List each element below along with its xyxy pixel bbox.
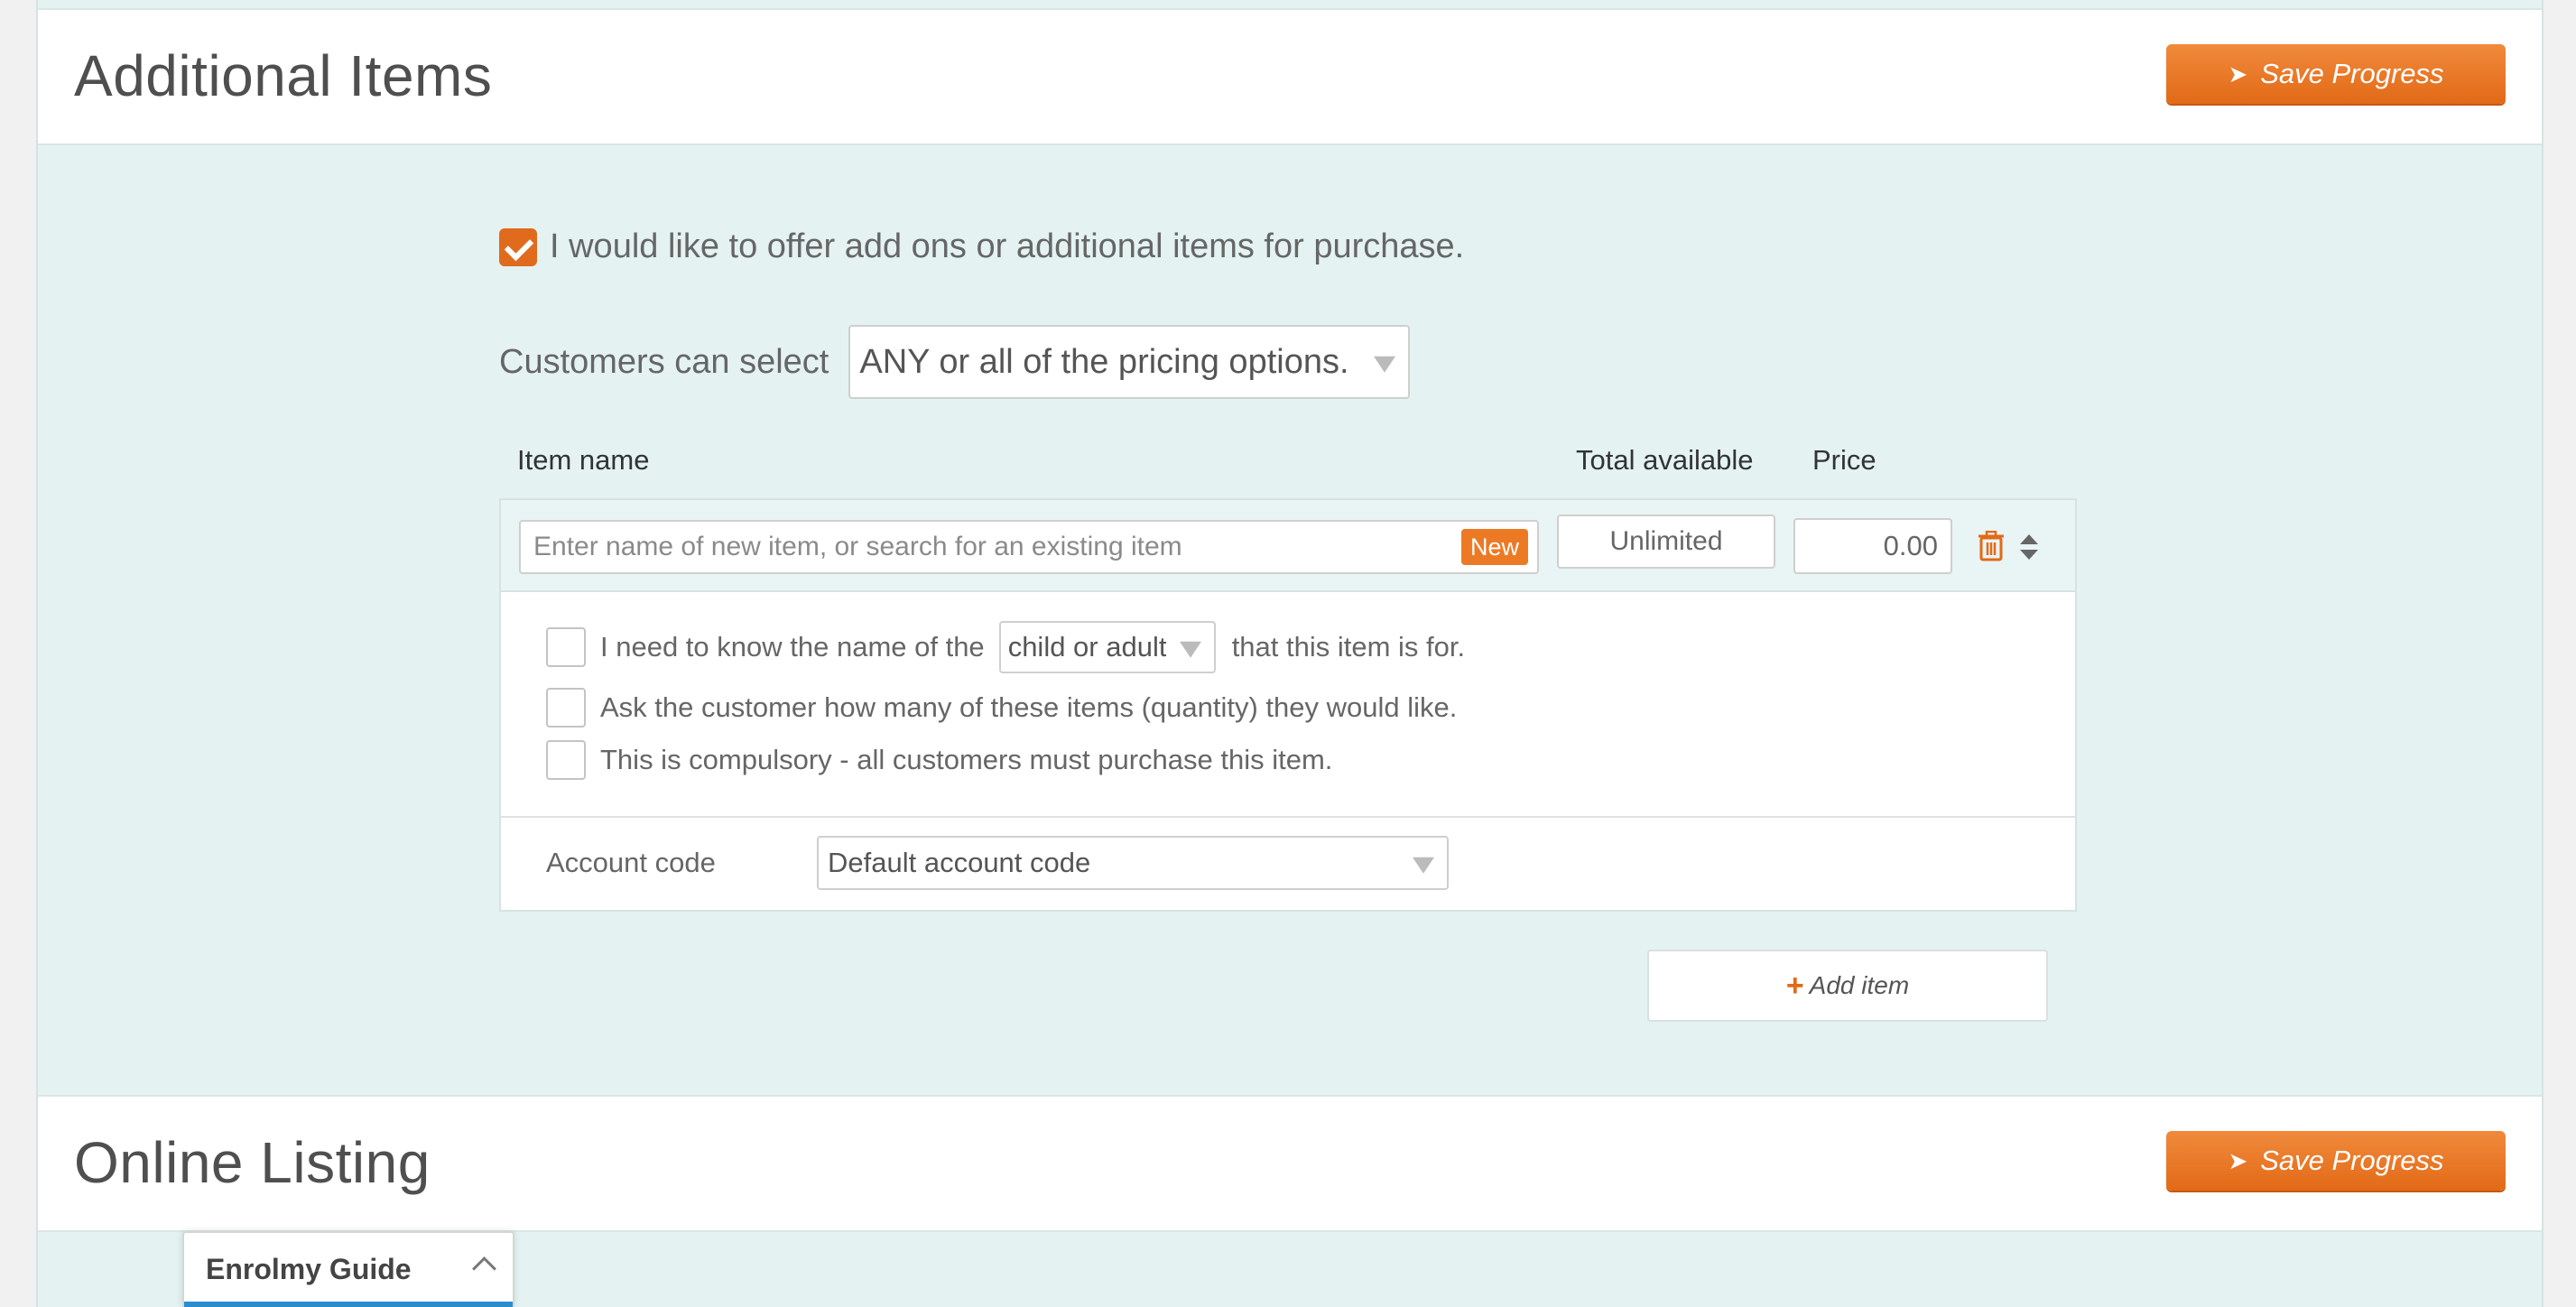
child-or-adult-value: child or adult — [1007, 631, 1167, 663]
child-or-adult-select[interactable]: child or adult — [998, 621, 1216, 673]
account-code-select[interactable]: Default account code — [817, 836, 1449, 890]
compulsory-label: This is compulsory - all customers must … — [600, 744, 1333, 775]
price-input[interactable]: 0.00 — [1793, 518, 1952, 574]
arrow-right-icon: ➤ — [2228, 60, 2248, 88]
name-required-prefix: I need to know the name of the — [600, 631, 985, 663]
account-code-row: Account code Default account code — [501, 816, 2075, 912]
offer-add-ons-label: I would like to offer add ons or additio… — [550, 227, 1465, 265]
chevron-up-icon[interactable] — [472, 1256, 496, 1281]
name-required-checkbox[interactable] — [546, 627, 586, 667]
name-required-option: I need to know the name of the child or … — [546, 621, 1465, 673]
chevron-down-icon — [1179, 641, 1201, 658]
compulsory-option: This is compulsory - all customers must … — [546, 740, 1332, 780]
pricing-options-select[interactable]: ANY or all of the pricing options. — [848, 325, 1411, 399]
chevron-down-icon — [1374, 356, 1396, 373]
quantity-label: Ask the customer how many of these items… — [600, 691, 1458, 723]
column-price: Price — [1812, 444, 1876, 476]
new-badge: New — [1460, 529, 1528, 565]
item-name-input[interactable]: Enter name of new item, or search for an… — [519, 520, 1539, 574]
item-row: Enter name of new item, or search for an… — [501, 500, 2075, 592]
save-progress-button[interactable]: ➤ Save Progress — [2166, 44, 2506, 104]
account-code-value: Default account code — [828, 847, 1091, 878]
sort-handle-icon[interactable] — [2019, 533, 2039, 561]
account-code-label: Account code — [546, 847, 716, 878]
additional-item-card: Enter name of new item, or search for an… — [499, 498, 2077, 912]
column-item-name: Item name — [517, 444, 650, 476]
offer-add-ons-row: I would like to offer add ons or additio… — [499, 227, 1464, 266]
enrolmy-guide-label: Enrolmy Guide — [206, 1253, 412, 1285]
quantity-option: Ask the customer how many of these items… — [546, 688, 1457, 728]
add-item-button[interactable]: + Add item — [1647, 950, 2048, 1022]
trash-icon[interactable] — [1978, 531, 2005, 561]
customers-select-row: Customers can select ANY or all of the p… — [499, 325, 1411, 399]
customers-can-select-label: Customers can select — [499, 342, 829, 381]
add-item-label: Add item — [1809, 971, 1910, 999]
online-listing-title: Online Listing — [74, 1130, 431, 1195]
enrolmy-guide-tab[interactable]: Enrolmy Guide — [182, 1231, 514, 1307]
offer-add-ons-checkbox[interactable] — [499, 227, 537, 266]
column-total-available: Total available — [1576, 444, 1754, 476]
total-available-input[interactable]: Unlimited — [1557, 514, 1775, 569]
compulsory-checkbox[interactable] — [546, 740, 586, 780]
save-progress-label: Save Progress — [2260, 1145, 2444, 1176]
guide-accent-bar — [184, 1302, 513, 1307]
chevron-down-icon — [1413, 857, 1434, 874]
pricing-options-value: ANY or all of the pricing options. — [859, 342, 1349, 381]
item-name-placeholder: Enter name of new item, or search for an… — [533, 532, 1182, 561]
top-strip — [38, 0, 2542, 8]
additional-items-header: Additional Items ➤ Save Progress — [38, 8, 2542, 145]
plus-icon: + — [1785, 968, 1804, 1003]
save-progress-button-2[interactable]: ➤ Save Progress — [2166, 1131, 2506, 1191]
online-listing-header: Online Listing ➤ Save Progress — [38, 1095, 2542, 1232]
save-progress-label: Save Progress — [2260, 58, 2444, 89]
arrow-right-icon: ➤ — [2228, 1146, 2248, 1174]
name-required-suffix: that this item is for. — [1231, 631, 1466, 663]
additional-items-title: Additional Items — [74, 43, 493, 108]
quantity-checkbox[interactable] — [546, 688, 586, 728]
